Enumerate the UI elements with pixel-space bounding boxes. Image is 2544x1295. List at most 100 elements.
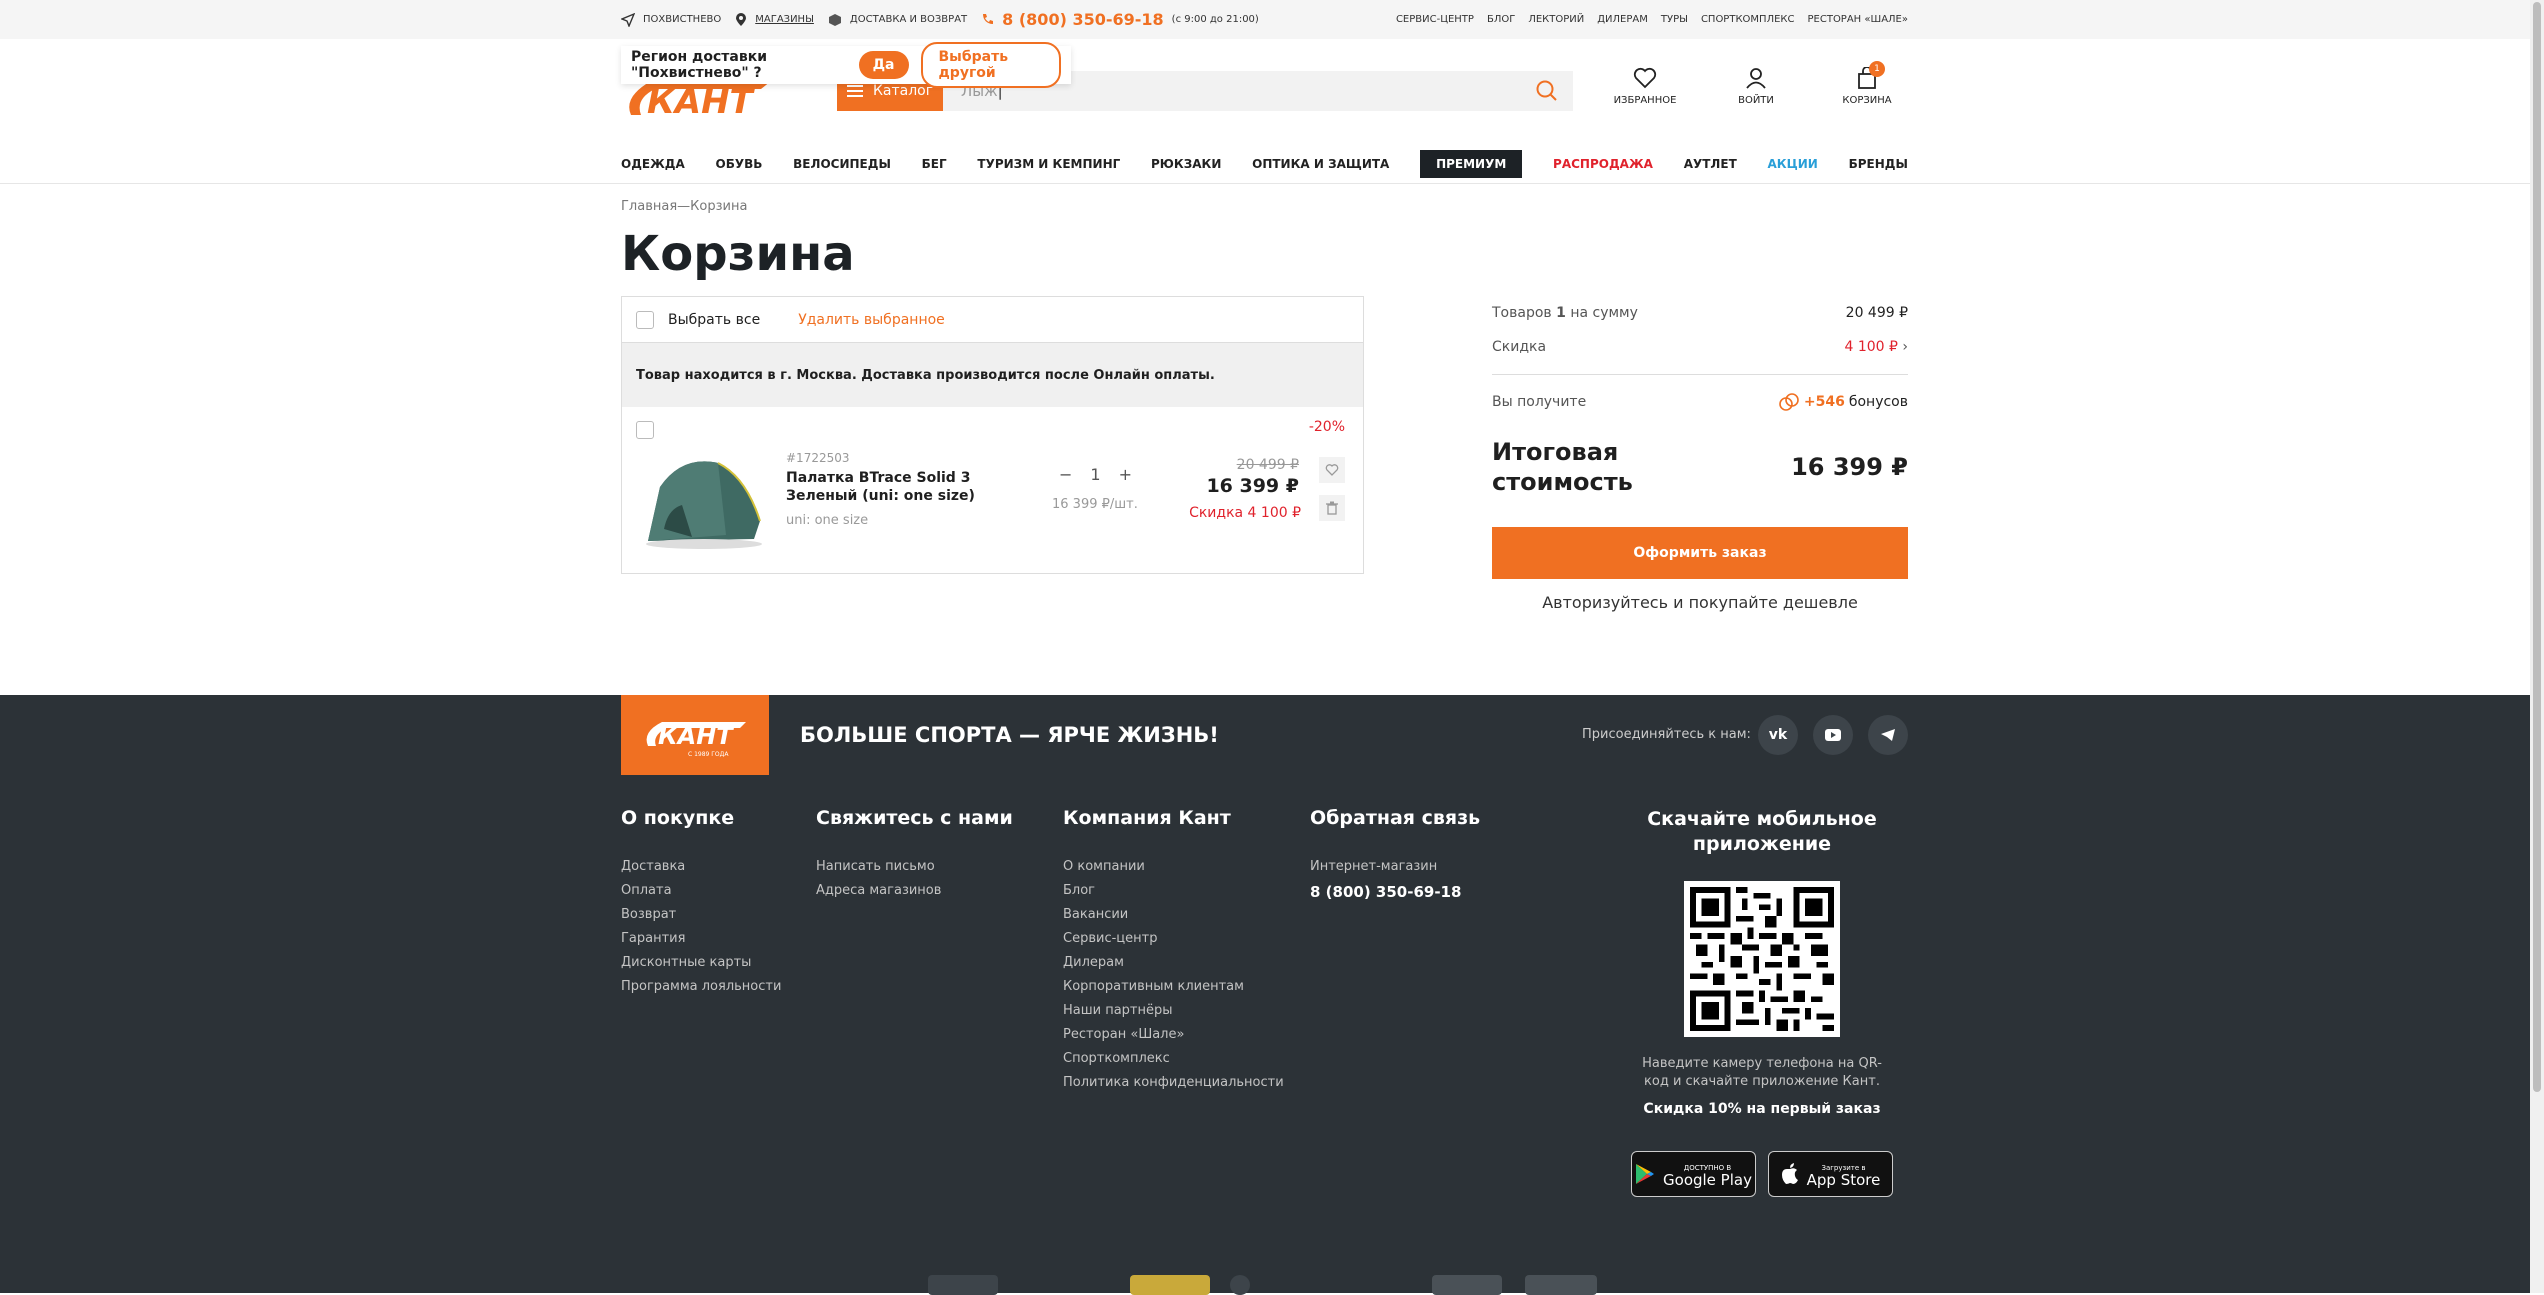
qr-code bbox=[1684, 881, 1840, 1037]
product-name[interactable]: Палатка BTrace Solid 3 Зеленый (uni: one… bbox=[786, 469, 1036, 505]
map-pin-icon bbox=[736, 12, 747, 26]
footer-link-warranty[interactable]: Гарантия bbox=[621, 927, 781, 951]
delivery-link[interactable]: Доставка и возврат bbox=[828, 13, 967, 27]
item-checkbox[interactable] bbox=[636, 421, 654, 439]
top-link-blog[interactable]: Блог bbox=[1487, 14, 1515, 25]
search-icon[interactable] bbox=[1535, 79, 1559, 103]
login-label: Войти bbox=[1738, 95, 1774, 106]
google-play-icon bbox=[1636, 1164, 1655, 1184]
nav-backpacks[interactable]: Рюкзаки bbox=[1151, 157, 1221, 171]
cart-list: Выбрать все Удалить выбранное Товар нахо… bbox=[621, 296, 1364, 574]
items-sum: 20 499 ₽ bbox=[1845, 305, 1908, 321]
nav-clothes[interactable]: Одежда bbox=[621, 157, 685, 171]
qty-minus-button[interactable]: − bbox=[1059, 465, 1072, 484]
scrollbar-thumb[interactable] bbox=[2533, 2, 2541, 1092]
unit-price: 16 399 ₽/шт. bbox=[1052, 497, 1138, 512]
region-question: Регион доставки "Похвистнево" ? bbox=[631, 49, 768, 81]
box-icon bbox=[828, 13, 841, 26]
top-link-lectures[interactable]: Лекторий bbox=[1528, 14, 1584, 25]
footer-link-privacy[interactable]: Политика конфиденциальности bbox=[1063, 1071, 1284, 1095]
phone-number: 8 (800) 350-69-18 bbox=[1002, 10, 1164, 29]
checkout-button[interactable]: Оформить заказ bbox=[1492, 527, 1908, 579]
google-play-button[interactable]: ДОСТУПНО В Google Play bbox=[1631, 1151, 1756, 1197]
select-all-checkbox[interactable] bbox=[636, 310, 654, 329]
footer-link-loyalty[interactable]: Программа лояльности bbox=[621, 975, 781, 999]
telegram-icon[interactable] bbox=[1868, 715, 1908, 755]
page-scrollbar[interactable] bbox=[2530, 0, 2544, 1293]
nav-shoes[interactable]: Обувь bbox=[716, 157, 763, 171]
footer-link-delivery[interactable]: Доставка bbox=[621, 855, 781, 879]
footer-link-about[interactable]: О компании bbox=[1063, 855, 1284, 879]
top-links: Сервис-центр Блог Лекторий Дилерам Туры … bbox=[1396, 14, 1908, 25]
footer-link-write[interactable]: Написать письмо bbox=[816, 855, 1013, 879]
discount-label: Скидка bbox=[1492, 339, 1547, 355]
cart-button[interactable]: 1 Корзина bbox=[1827, 61, 1907, 106]
top-link-tours[interactable]: Туры bbox=[1661, 14, 1688, 25]
footer: КАНТ С 1989 ГОДА БОЛЬШЕ СПОРТА — ЯРЧЕ ЖИ… bbox=[0, 695, 2530, 1295]
svg-text:КАНТ: КАНТ bbox=[658, 722, 734, 750]
login-button[interactable]: Войти bbox=[1716, 67, 1796, 106]
footer-link-corporate[interactable]: Корпоративным клиентам bbox=[1063, 975, 1284, 999]
total-row: Итоговая стоимость 16 399 ₽ bbox=[1492, 437, 1908, 497]
nav-running[interactable]: Бег bbox=[922, 157, 947, 171]
youtube-icon[interactable] bbox=[1813, 715, 1853, 755]
delete-selected-link[interactable]: Удалить выбранное bbox=[798, 312, 945, 328]
footer-link-dealers[interactable]: Дилерам bbox=[1063, 951, 1284, 975]
divider bbox=[1492, 374, 1908, 375]
footer-col-company: Компания Кант О компании Блог Вакансии С… bbox=[1063, 807, 1284, 1095]
breadcrumb[interactable]: Главная—Корзина bbox=[621, 199, 747, 214]
payment-logo bbox=[1130, 1275, 1210, 1295]
nav-sale[interactable]: Распродажа bbox=[1553, 157, 1653, 171]
top-link-restaurant[interactable]: Ресторан «Шале» bbox=[1808, 14, 1909, 25]
login-discount-link[interactable]: Авторизуйтесь и покупайте дешевле bbox=[1492, 593, 1908, 612]
footer-link-shop[interactable]: Интернет-магазин bbox=[1310, 855, 1480, 879]
app-discount: Скидка 10% на первый заказ bbox=[1643, 1101, 1881, 1117]
favorites-label: Избранное bbox=[1613, 95, 1677, 106]
footer-link-sportcomplex[interactable]: Спорткомплекс bbox=[1063, 1047, 1284, 1071]
cart-count-badge: 1 bbox=[1869, 61, 1885, 77]
product-image[interactable] bbox=[642, 449, 767, 551]
vk-icon[interactable]: vk bbox=[1758, 715, 1798, 755]
bonus-label: Вы получите bbox=[1492, 394, 1587, 410]
nav-brands[interactable]: Бренды bbox=[1849, 157, 1908, 171]
footer-phone[interactable]: 8 (800) 350-69-18 bbox=[1310, 883, 1480, 901]
footer-link-stores[interactable]: Адреса магазинов bbox=[816, 879, 1013, 903]
nav-tourism[interactable]: Туризм и кемпинг bbox=[977, 157, 1120, 171]
payment-logo bbox=[1432, 1275, 1502, 1295]
nav-promo[interactable]: Акции bbox=[1768, 157, 1818, 171]
phone-link[interactable]: 8 (800) 350-69-18 (с 9:00 до 21:00) bbox=[981, 10, 1259, 29]
nav-outlet[interactable]: Аутлет bbox=[1684, 157, 1737, 171]
footer-link-service[interactable]: Сервис-центр bbox=[1063, 927, 1284, 951]
chevron-right-icon: › bbox=[1902, 339, 1908, 355]
city-selector[interactable]: Похвистнево bbox=[621, 12, 721, 27]
payment-logo bbox=[928, 1275, 998, 1295]
footer-link-cards[interactable]: Дисконтные карты bbox=[621, 951, 781, 975]
region-change-button[interactable]: Выбрать другой bbox=[920, 42, 1061, 88]
footer-link-blog[interactable]: Блог bbox=[1063, 879, 1284, 903]
footer-logo[interactable]: КАНТ С 1989 ГОДА bbox=[621, 695, 769, 775]
footer-link-jobs[interactable]: Вакансии bbox=[1063, 903, 1284, 927]
cart-label: Корзина bbox=[1842, 95, 1892, 106]
app-store-button[interactable]: Загрузите в App Store bbox=[1768, 1151, 1893, 1197]
favorites-button[interactable]: Избранное bbox=[1605, 67, 1685, 106]
footer-link-restaurant[interactable]: Ресторан «Шале» bbox=[1063, 1023, 1284, 1047]
summary-discount-row[interactable]: Скидка 4 100 ₽ › bbox=[1492, 330, 1908, 364]
item-saving: Скидка 4 100 ₽ bbox=[1189, 505, 1301, 521]
footer-link-return[interactable]: Возврат bbox=[621, 903, 781, 927]
nav-premium[interactable]: Премиум bbox=[1420, 150, 1523, 178]
top-link-dealers[interactable]: Дилерам bbox=[1597, 14, 1648, 25]
nav-optics[interactable]: Оптика и защита bbox=[1252, 157, 1389, 171]
stores-link[interactable]: Магазины bbox=[735, 12, 814, 27]
top-link-service[interactable]: Сервис-центр bbox=[1396, 14, 1474, 25]
footer-link-partners[interactable]: Наши партнёры bbox=[1063, 999, 1284, 1023]
top-link-sportcomplex[interactable]: Спорткомплекс bbox=[1701, 14, 1795, 25]
add-favorite-button[interactable] bbox=[1319, 457, 1345, 483]
nav-bikes[interactable]: Велосипеды bbox=[793, 157, 891, 171]
mobile-app-block: Скачайте мобильное приложение Наведите к… bbox=[1630, 807, 1894, 1197]
region-confirm-button[interactable]: Да bbox=[858, 51, 909, 79]
footer-link-payment[interactable]: Оплата bbox=[621, 879, 781, 903]
qty-value[interactable]: 1 bbox=[1090, 465, 1100, 484]
app-title: Скачайте мобильное приложение bbox=[1647, 808, 1877, 855]
delete-item-button[interactable] bbox=[1319, 495, 1345, 521]
qty-plus-button[interactable]: + bbox=[1119, 465, 1132, 484]
